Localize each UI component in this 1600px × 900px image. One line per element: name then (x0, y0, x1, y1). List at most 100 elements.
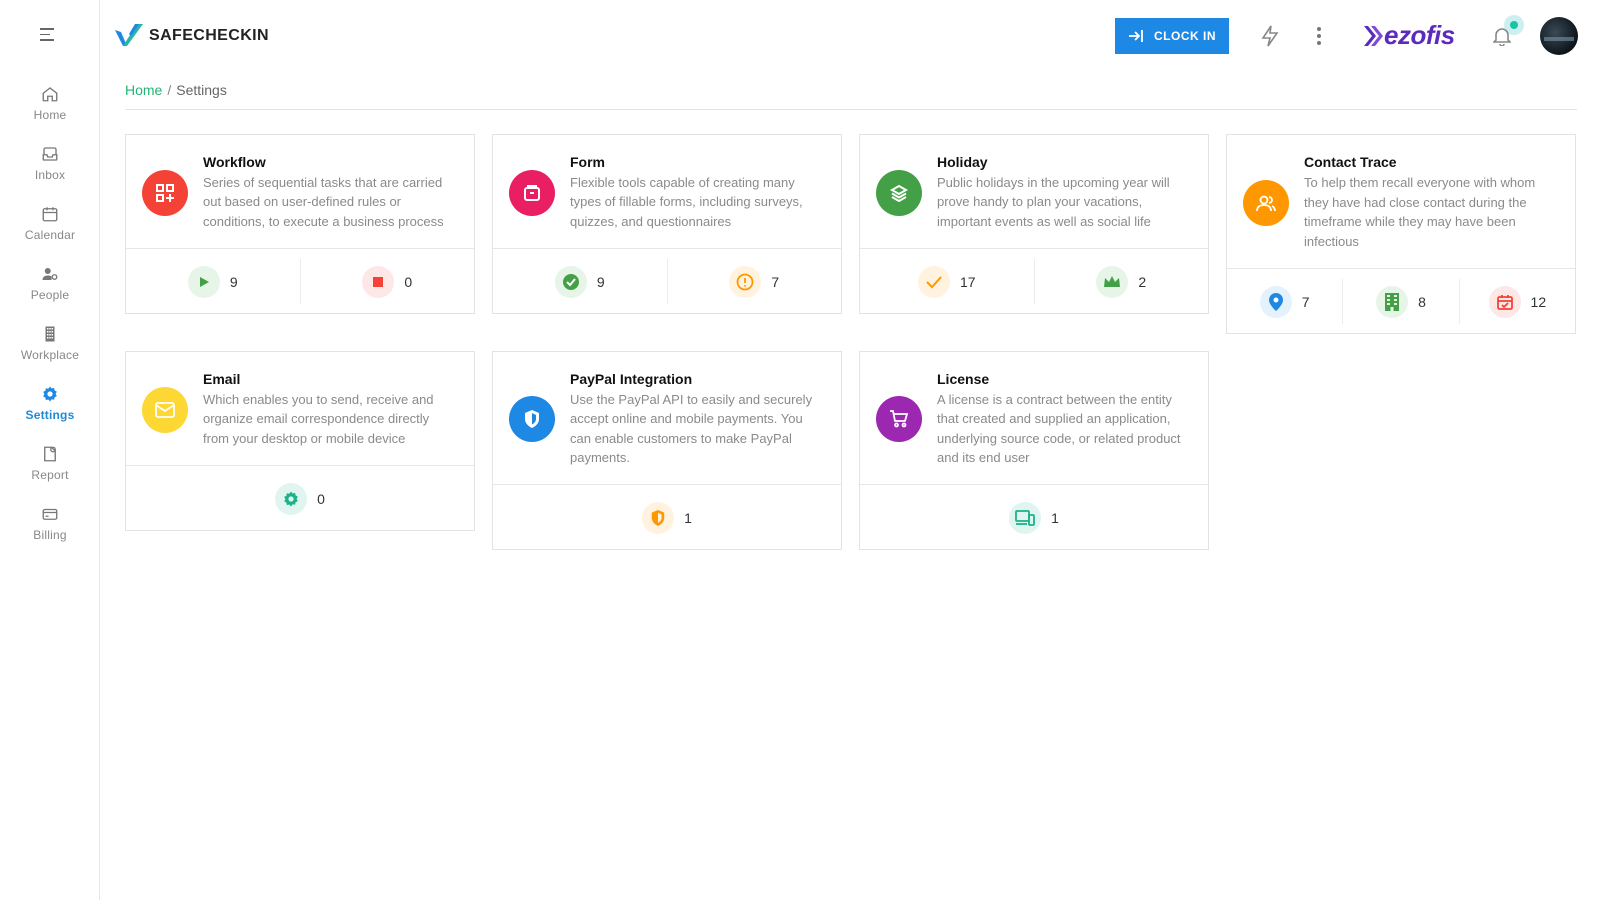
stat-value: 9 (229, 273, 238, 290)
shield-icon (509, 396, 555, 442)
card-stats: 1 (493, 485, 841, 550)
card-header[interactable]: Holiday Public holidays in the upcoming … (860, 135, 1208, 249)
mail-icon (142, 386, 188, 433)
card-title: Form (570, 153, 605, 170)
lightning-icon[interactable] (1258, 24, 1282, 48)
sidebar: Home Inbox Calendar People Workplace Set… (0, 0, 100, 900)
stat-value: 7 (1301, 293, 1310, 310)
stat-buildings[interactable]: 8 (1342, 279, 1458, 324)
card-description: Which enables you to send, receive and o… (203, 391, 434, 446)
card-header[interactable]: Contact Trace To help them recall everyo… (1227, 135, 1575, 269)
sidebar-item-billing[interactable]: Billing (0, 502, 100, 562)
play-icon (187, 265, 220, 298)
stat-pending[interactable]: 7 (666, 259, 842, 304)
card-stats: 1 (860, 485, 1208, 550)
settings-card-holiday: Holiday Public holidays in the upcoming … (859, 134, 1209, 314)
sidebar-item-calendar[interactable]: Calendar (0, 202, 100, 262)
stat-running[interactable]: 9 (126, 259, 300, 304)
sidebar-item-label: Calendar (24, 228, 76, 242)
stat-holidays[interactable]: 17 (860, 259, 1034, 304)
people-icon (40, 264, 60, 284)
chevrons-logo-icon (1364, 25, 1383, 46)
billing-icon (40, 504, 60, 524)
bell-icon[interactable] (1490, 24, 1514, 48)
clock-in-button[interactable]: CLOCK IN (1115, 18, 1229, 54)
inbox-icon (40, 144, 60, 164)
shield-icon (642, 501, 675, 534)
stat-events[interactable]: 12 (1458, 279, 1575, 324)
app-logo-text: SAFECHECKIN (149, 27, 269, 44)
card-stats: 9 0 (126, 249, 474, 314)
card-description: A license is a contract between the enti… (937, 391, 1181, 466)
stat-value: 8 (1418, 293, 1426, 310)
card-description: Series of sequential tasks that are carr… (203, 174, 444, 229)
card-header[interactable]: Email Which enables you to send, receive… (126, 352, 474, 466)
settings-card-workflow: Workflow Series of sequential tasks that… (125, 134, 475, 314)
sidebar-item-label: Billing (33, 528, 67, 542)
alert-circle-icon (729, 265, 762, 298)
card-title: Email (203, 370, 241, 387)
avatar[interactable] (1540, 17, 1578, 55)
stat-completed[interactable]: 9 (493, 259, 667, 304)
card-title: Workflow (203, 153, 266, 170)
stat-integrations[interactable]: 1 (493, 495, 841, 540)
breadcrumb-home-link[interactable]: Home (125, 82, 162, 98)
gear-icon (40, 384, 60, 404)
more-vertical-icon[interactable] (1307, 24, 1331, 48)
stat-value: 9 (596, 273, 605, 290)
app-logo[interactable]: SAFECHECKIN (113, 22, 269, 50)
card-header[interactable]: PayPal Integration Use the PayPal API to… (493, 352, 841, 485)
card-description: Public holidays in the upcoming year wil… (937, 174, 1170, 229)
sidebar-item-label: Report (31, 468, 69, 482)
cart-icon (876, 396, 922, 442)
card-description: Flexible tools capable of creating many … (570, 174, 803, 229)
settings-card-license: License A license is a contract between … (859, 351, 1209, 550)
card-stats: 9 7 (493, 249, 841, 314)
calendar-icon (40, 204, 60, 224)
card-title: Holiday (937, 153, 988, 170)
menu-toggle-icon[interactable] (40, 28, 56, 42)
sidebar-item-home[interactable]: Home (0, 82, 100, 142)
crown-icon (1096, 265, 1129, 298)
building-icon (1376, 285, 1409, 318)
sidebar-item-workplace[interactable]: Workplace (0, 322, 100, 382)
report-icon (40, 444, 60, 464)
stat-licenses[interactable]: 1 (860, 495, 1208, 540)
card-title: Contact Trace (1304, 154, 1397, 170)
header-divider (125, 109, 1577, 110)
breadcrumb-current: Settings (176, 82, 227, 98)
layers-icon (876, 169, 922, 216)
settings-card-paypal-integration: PayPal Integration Use the PayPal API to… (492, 351, 842, 550)
settings-card-email: Email Which enables you to send, receive… (125, 351, 475, 531)
stop-icon (362, 265, 395, 298)
card-description: Use the PayPal API to easily and securel… (570, 391, 813, 466)
checkmark-logo-icon (115, 24, 143, 46)
sidebar-item-label: Inbox (34, 168, 66, 182)
check-circle-icon (554, 265, 587, 298)
gear-icon (275, 482, 308, 515)
card-header[interactable]: Form Flexible tools capable of creating … (493, 135, 841, 249)
stat-optional[interactable]: 2 (1033, 259, 1209, 304)
settings-card-contact-trace: Contact Trace To help them recall everyo… (1226, 134, 1576, 334)
card-description: To help them recall everyone with whom t… (1304, 175, 1536, 249)
sidebar-item-settings[interactable]: Settings (0, 382, 100, 442)
breadcrumb: Home / Settings (125, 82, 227, 98)
breadcrumb-separator: / (167, 82, 172, 98)
card-stats: 17 2 (860, 249, 1208, 314)
stat-value: 12 (1530, 293, 1547, 310)
sidebar-item-report[interactable]: Report (0, 442, 100, 502)
stat-value: 0 (404, 273, 413, 290)
login-arrow-icon (1129, 30, 1143, 42)
card-header[interactable]: License A license is a contract between … (860, 352, 1208, 485)
stat-stopped[interactable]: 0 (299, 259, 475, 304)
card-header[interactable]: Workflow Series of sequential tasks that… (126, 135, 474, 249)
stat-value: 17 (959, 273, 976, 290)
sidebar-item-people[interactable]: People (0, 262, 100, 322)
sidebar-item-inbox[interactable]: Inbox (0, 142, 100, 202)
location-pin-icon (1259, 285, 1292, 318)
check-icon (917, 265, 950, 298)
stat-locations[interactable]: 7 (1227, 279, 1342, 324)
clock-in-label: CLOCK IN (1154, 29, 1216, 43)
workflow-grid-icon (142, 169, 188, 216)
stat-configurations[interactable]: 0 (126, 476, 474, 521)
